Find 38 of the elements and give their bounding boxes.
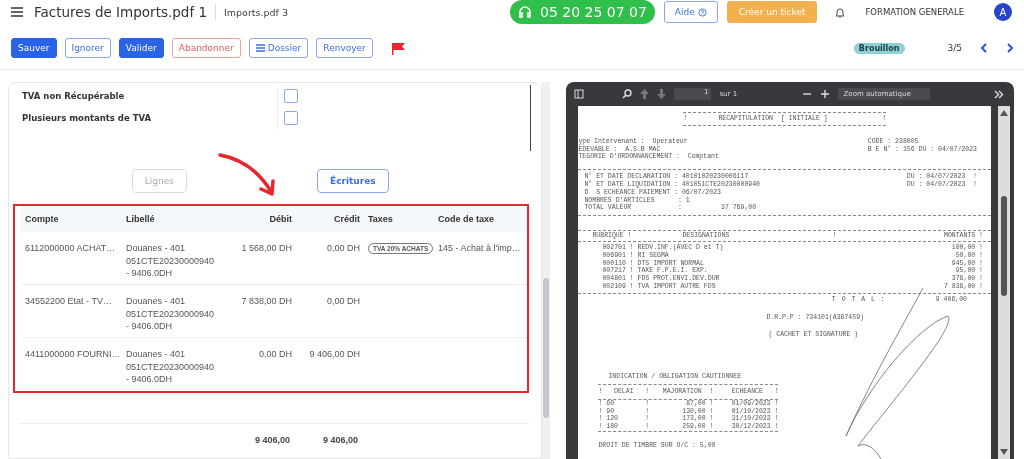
document-name: Imports.pdf 3 — [224, 6, 288, 18]
column-header: Libellé — [126, 212, 156, 226]
status-badge: Brouillon — [853, 42, 905, 54]
action-button[interactable]: Valider — [118, 38, 164, 58]
company-name[interactable]: FORMATION GENERALE — [865, 7, 964, 17]
table-cell-text: 7 838,00 DH — [240, 295, 292, 308]
table-cell-text: 0,00 DH — [325, 295, 360, 308]
total-debit: 9 406,00 — [253, 434, 290, 447]
action-button[interactable]: Ignorer — [64, 38, 111, 58]
column-header: Code de taxe — [437, 212, 496, 226]
field-label: Plusieurs montants de TVA — [21, 113, 153, 123]
table-cell-text: 6112000000 ACHAT… — [24, 242, 117, 255]
table-cell: 145 - Achat à l'imp… — [438, 243, 521, 253]
page-title: Factures de Imports.pdf 1 — [34, 4, 217, 20]
field-label: TVA non Récupérable — [21, 91, 126, 101]
table-cell-text: 0,00 DH — [257, 348, 292, 361]
action-button[interactable]: Sauver — [11, 38, 57, 58]
table-cell-text: Douanes - 401 051CTE20230000940 - 9406.0DH — [126, 295, 216, 333]
action-button[interactable]: Renvoyer — [316, 38, 373, 58]
table-cell-text: 4411000000 FOURNI… — [24, 348, 122, 361]
avatar[interactable]: A — [994, 3, 1012, 21]
column-header: Compte — [24, 212, 60, 226]
table-cell-text: 0,00 DH — [325, 242, 360, 255]
column-header: Crédit — [333, 212, 360, 226]
table-cell-text: Douanes - 401 051CTE20230000940 - 9406.0DH — [126, 348, 216, 386]
phone-number: 05 20 25 07 07 — [539, 4, 647, 20]
help-button[interactable]: Aide — [663, 1, 718, 23]
pager-count: 3/5 — [947, 43, 962, 53]
table-cell-text: Douanes - 401 051CTE20230000940 - 9406.0DH — [126, 242, 216, 280]
column-header: Taxes — [367, 212, 394, 226]
total-credit: 9 406,00 — [321, 434, 358, 447]
action-button[interactable]: Dossier — [248, 38, 309, 58]
table-cell-text: 34552200 Etat - TV… — [24, 295, 113, 308]
column-header: Débit — [268, 212, 292, 226]
table-cell-text: 9 406,00 DH — [308, 348, 360, 361]
view-tab[interactable]: Écritures — [317, 169, 389, 193]
action-button[interactable]: Abandonner — [171, 38, 241, 58]
table-cell-text: 1 568,00 DH — [240, 242, 292, 255]
